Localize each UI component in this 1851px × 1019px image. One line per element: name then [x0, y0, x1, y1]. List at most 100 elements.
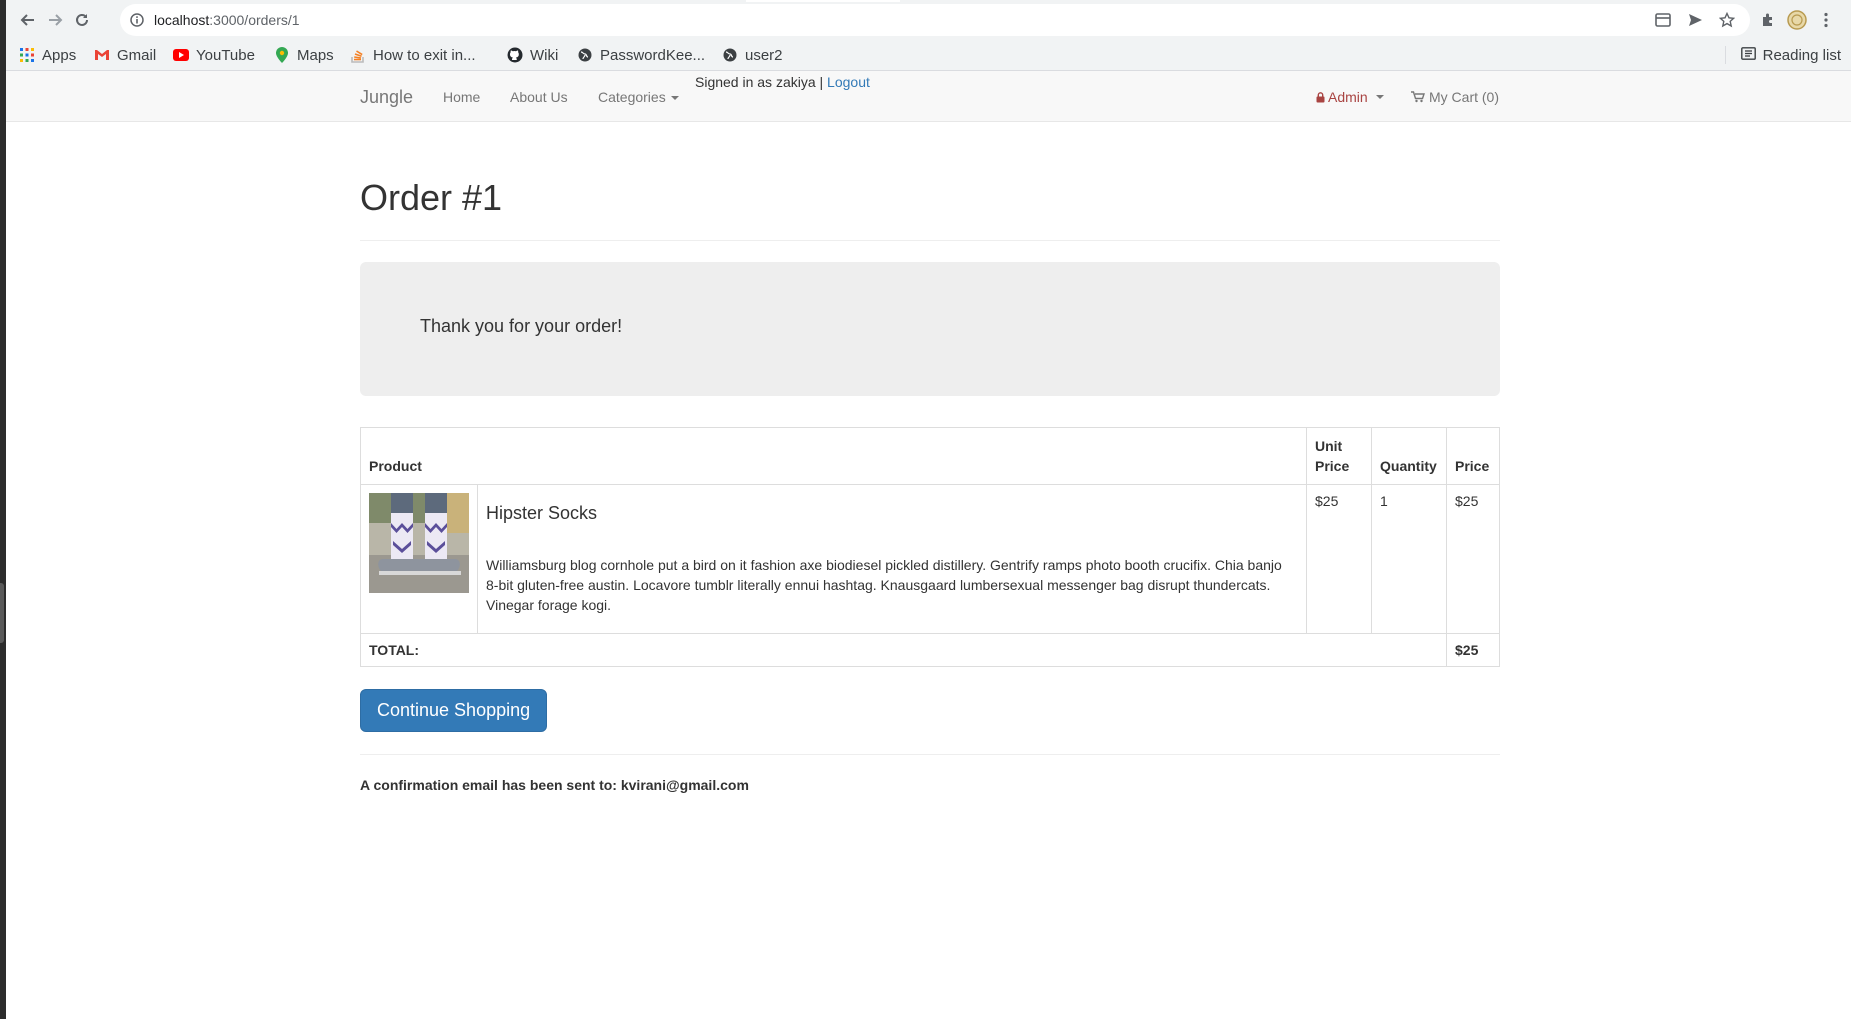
continue-shopping-button[interactable]: Continue Shopping: [360, 689, 548, 732]
bookmark-label: Maps: [297, 46, 334, 64]
reload-button[interactable]: [70, 8, 94, 32]
forward-button[interactable]: [43, 8, 67, 32]
youtube-icon: [173, 47, 189, 63]
table-header-row: Product Unit Price Quantity Price: [360, 427, 1500, 485]
stackoverflow-icon: [350, 47, 366, 63]
order-table: Product Unit Price Quantity Price Hipste…: [360, 427, 1500, 667]
product-image-cell: [360, 484, 478, 634]
maps-icon: [274, 47, 290, 63]
admin-dropdown[interactable]: Admin: [1316, 89, 1384, 105]
price-cell: $25: [1446, 484, 1500, 634]
bookmark-gmail[interactable]: Gmail: [94, 44, 156, 66]
header-unit-price-line1: Unit: [1315, 438, 1343, 454]
back-arrow-icon: [20, 14, 34, 26]
tab-strip-icon: [1655, 13, 1671, 27]
table-row: Hipster Socks Williamsburg blog cornhole…: [360, 484, 1500, 634]
page-title: Order #1: [360, 177, 503, 218]
bookmark-label: Apps: [42, 46, 77, 64]
bookmark-passwordkeeper[interactable]: PasswordKee...: [577, 44, 705, 66]
bookmark-label: Gmail: [117, 46, 157, 64]
title-divider: [360, 240, 1500, 241]
bookmark-label: YouTube: [196, 46, 255, 64]
header-price: Price: [1446, 427, 1500, 485]
forward-arrow-icon: [49, 14, 63, 26]
globe-icon: [577, 47, 593, 63]
nav-about-link[interactable]: About Us: [510, 89, 568, 105]
menu-button[interactable]: [1814, 8, 1838, 32]
footer-divider: [360, 754, 1500, 755]
back-button[interactable]: [16, 8, 40, 32]
bookmark-user2[interactable]: user2: [722, 44, 783, 66]
url-host: localhost: [154, 12, 210, 28]
puzzle-icon: [1763, 13, 1772, 26]
bookmark-star-button[interactable]: [1715, 8, 1739, 32]
header-unit-price-line2: Price: [1315, 458, 1350, 474]
bookmark-youtube[interactable]: YouTube: [173, 44, 255, 66]
quantity-cell: 1: [1371, 484, 1447, 634]
url-path: :3000/orders/1: [209, 12, 300, 28]
address-row: localhost:3000/orders/1: [6, 0, 1851, 40]
globe-icon: [722, 47, 738, 63]
bookmark-label: Wiki: [530, 46, 559, 64]
send-to-device-button[interactable]: [1683, 8, 1707, 32]
header-product: Product: [360, 427, 1307, 485]
site-navbar: Jungle Home About Us Categories Signed i…: [6, 71, 1851, 122]
bookmark-label: user2: [745, 46, 783, 64]
header-quantity: Quantity: [1371, 427, 1447, 485]
nav-home-link[interactable]: Home: [443, 89, 480, 105]
bookmark-how-to-exit[interactable]: How to exit in...: [350, 44, 476, 66]
product-name: Hipster Socks: [486, 503, 598, 523]
caret-down-icon: [1375, 95, 1384, 99]
bookmark-maps[interactable]: Maps: [274, 44, 334, 66]
logout-link[interactable]: Logout: [827, 74, 870, 90]
product-image: [369, 493, 469, 593]
categories-label: Categories: [598, 89, 666, 105]
thank-you-message: Thank you for your order!: [420, 316, 623, 336]
extensions-button[interactable]: [1756, 8, 1780, 32]
brand-link[interactable]: Jungle: [360, 87, 413, 108]
reload-icon: [76, 13, 88, 26]
product-description: Williamsburg blog cornhole put a bird on…: [486, 557, 1282, 613]
lock-icon: [1316, 91, 1325, 102]
address-bar[interactable]: localhost:3000/orders/1: [120, 4, 1750, 36]
reading-list-icon: [1740, 46, 1756, 64]
header-unit-price: Unit Price: [1306, 427, 1372, 485]
url-text[interactable]: localhost:3000/orders/1: [154, 12, 300, 28]
shopping-cart-icon: [1411, 91, 1425, 103]
profile-button[interactable]: [1785, 8, 1809, 32]
bookmarks-bar: Apps Gmail YouTube Maps How to exit in..…: [6, 40, 1851, 71]
reading-list-label: Reading list: [1762, 46, 1841, 64]
desktop-handle: [0, 583, 4, 643]
apps-grid-icon: [19, 47, 35, 63]
total-row: TOTAL: $25: [360, 633, 1500, 667]
my-cart-link[interactable]: My Cart (0): [1411, 89, 1499, 105]
reading-list-button[interactable]: Reading list: [1724, 44, 1841, 66]
bookmark-label: How to exit in...: [373, 46, 476, 64]
confirmation-message: A confirmation email has been sent to: k…: [360, 777, 749, 793]
profile-avatar-icon: [1787, 10, 1807, 30]
site-info-icon[interactable]: [130, 13, 144, 32]
product-details-cell: Hipster Socks Williamsburg blog cornhole…: [477, 484, 1307, 634]
tab-search-button[interactable]: [1651, 8, 1675, 32]
cart-label: My Cart (0): [1429, 89, 1499, 105]
desktop-edge: [0, 0, 6, 1019]
bookmark-label: PasswordKee...: [600, 46, 706, 64]
nav-categories-dropdown[interactable]: Categories: [598, 89, 679, 105]
gmail-icon: [94, 47, 110, 63]
bookmark-wiki[interactable]: Wiki: [507, 44, 558, 66]
bookmark-apps[interactable]: Apps: [19, 44, 76, 66]
caret-down-icon: [670, 96, 679, 101]
send-icon: [1689, 14, 1702, 26]
star-icon: [1719, 12, 1735, 28]
browser-chrome: localhost:3000/orders/1 Apps Gmail YouTu…: [6, 0, 1851, 71]
admin-label: Admin: [1328, 89, 1368, 105]
kebab-menu-icon: [1824, 12, 1828, 28]
unit-price-cell: $25: [1306, 484, 1372, 634]
thank-you-panel: Thank you for your order!: [360, 262, 1500, 396]
total-value: $25: [1446, 633, 1500, 667]
bookmarks-divider: [1724, 46, 1726, 64]
signed-in-text: Signed in as zakiya |: [695, 74, 828, 90]
total-label: TOTAL:: [360, 633, 1447, 667]
github-icon: [507, 47, 523, 63]
signed-in-status: Signed in as zakiya | Logout: [695, 74, 870, 90]
